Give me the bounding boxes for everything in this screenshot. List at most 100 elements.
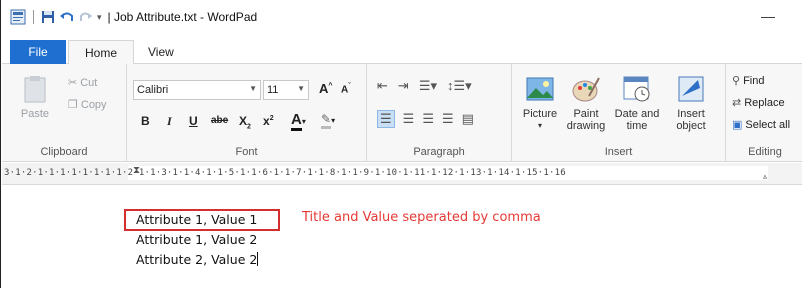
superscript-icon: x xyxy=(263,114,270,128)
tab-file[interactable]: File xyxy=(10,40,66,64)
save-icon[interactable] xyxy=(41,10,55,24)
replace-label: Replace xyxy=(744,96,785,109)
picture-button[interactable]: Picture ▾ xyxy=(518,74,562,132)
picture-dropdown-icon: ▾ xyxy=(537,121,542,130)
decrease-indent-icon[interactable]: ⇤ xyxy=(377,78,388,94)
ribbon-tabs: File Home View xyxy=(2,34,802,65)
font-group: Calibri ▼ 11 ▼ A^ Aˇ B I U abe X2 x2 A▾ … xyxy=(127,64,367,162)
paragraph-row-2: ☰ ☰ ☰ ☰ ▤ xyxy=(377,110,474,128)
justify-icon[interactable]: ☰ xyxy=(442,111,454,127)
bullets-icon[interactable]: ☰▾ xyxy=(419,78,437,94)
minimize-button[interactable]: — xyxy=(761,8,775,24)
insert-group-label: Insert xyxy=(604,146,633,158)
subscript-button[interactable]: X2 xyxy=(239,114,251,130)
align-right-icon[interactable]: ☰ xyxy=(422,111,434,127)
window-title: | Job Attribute.txt - WordPad xyxy=(107,10,258,24)
clipboard-icon xyxy=(24,76,46,103)
copy-label: Copy xyxy=(80,98,107,111)
find-label: Find xyxy=(743,74,765,87)
clipboard-group-label: Clipboard xyxy=(40,146,88,158)
shrink-font-button[interactable]: Aˇ xyxy=(341,83,351,95)
qa-customize-icon[interactable]: ▾ xyxy=(97,12,102,23)
italic-button[interactable]: I xyxy=(167,114,172,129)
subscript-icon: X xyxy=(239,114,248,128)
tab-home[interactable]: Home xyxy=(68,40,134,65)
ribbon: Paste ✂ Cut ❐ Copy Clipboard Calibri ▼ 1… xyxy=(2,64,802,162)
find-button[interactable]: ⚲ Find xyxy=(732,74,765,88)
cut-button[interactable]: ✂ Cut xyxy=(68,76,98,90)
font-family-value: Calibri xyxy=(137,84,169,96)
text-color-icon: A xyxy=(291,111,302,131)
paragraph-group-label: Paragraph xyxy=(413,146,465,158)
font-size-select[interactable]: 11 ▼ xyxy=(263,80,309,100)
select-all-icon: ▣ xyxy=(732,119,743,131)
editing-group-label: Editing xyxy=(748,146,782,158)
paragraph-group: ⇤ ⇥ ☰▾ ↕☰▾ ☰ ☰ ☰ ☰ ▤ Paragraph xyxy=(367,64,512,162)
left-indent-marker[interactable]: ⧗ xyxy=(133,165,140,176)
doc-line-1: Attribute 1, Value 1 xyxy=(136,212,258,227)
align-center-icon[interactable]: ☰ xyxy=(403,111,415,127)
ruler-ticks: 3·1·2·1·1·1·1·1·1·1·1·2·1·1·3·1·1·4·1·1·… xyxy=(4,168,566,178)
date-time-button[interactable]: Date and time xyxy=(612,74,662,132)
document-area[interactable]: Attribute 1, Value 1 Title and Value sep… xyxy=(2,186,802,288)
highlight-color-button[interactable]: ✎▾ xyxy=(321,112,335,129)
select-all-label: Select all xyxy=(745,118,791,131)
line-spacing-icon[interactable]: ↕☰▾ xyxy=(447,78,472,94)
font-family-dropdown-icon: ▼ xyxy=(249,84,257,93)
picture-icon xyxy=(526,77,554,101)
grow-font-icon: A xyxy=(319,81,329,96)
cut-label: Cut xyxy=(80,76,98,89)
clipboard-group: Paste ✂ Cut ❐ Copy Clipboard xyxy=(2,64,127,162)
paste-label: Paste xyxy=(20,108,50,120)
paint-label-2: drawing xyxy=(566,120,606,132)
increase-indent-icon[interactable]: ⇥ xyxy=(398,78,409,94)
qa-separator xyxy=(33,10,34,24)
paragraph-row-1: ⇤ ⇥ ☰▾ ↕☰▾ xyxy=(377,78,472,94)
insert-group: Picture ▾ Paint drawing Date and time In… xyxy=(512,64,726,162)
replace-button[interactable]: ⇄ Replace xyxy=(732,96,785,110)
paste-button[interactable]: Paste xyxy=(20,74,50,120)
wordpad-window: ▾ | Job Attribute.txt - WordPad — File H… xyxy=(0,0,802,288)
redo-icon[interactable] xyxy=(79,10,93,24)
doc-line-3: Attribute 2, Value 2 xyxy=(136,252,259,267)
select-all-button[interactable]: ▣ Select all xyxy=(732,118,791,132)
doc-line-2: Attribute 1, Value 2 xyxy=(136,232,258,247)
quick-access-toolbar: ▾ xyxy=(2,9,102,25)
copy-icon: ❐ xyxy=(68,99,78,111)
picture-label: Picture xyxy=(522,108,558,120)
paint-palette-icon xyxy=(572,77,600,102)
insert-object-button[interactable]: Insert object xyxy=(668,74,714,132)
object-label-1: Insert xyxy=(677,108,705,120)
superscript-button[interactable]: x2 xyxy=(263,114,274,128)
title-bar: ▾ | Job Attribute.txt - WordPad — xyxy=(2,0,802,34)
wordpad-app-icon[interactable] xyxy=(10,9,26,25)
ruler[interactable]: 3·1·2·1·1·1·1·1·1·1·1·2·1·1·3·1·1·4·1·1·… xyxy=(2,163,802,185)
annotation-text: Title and Value seperated by comma xyxy=(302,210,541,225)
right-indent-marker[interactable]: ▵ xyxy=(762,171,768,182)
datetime-label-2: time xyxy=(626,120,648,132)
object-label-2: object xyxy=(676,120,706,132)
scissors-icon: ✂ xyxy=(68,77,78,89)
object-icon xyxy=(678,76,704,102)
font-group-label: Font xyxy=(235,146,258,158)
doc-line-3-text: Attribute 2, Value 2 xyxy=(136,252,258,267)
font-family-select[interactable]: Calibri ▼ xyxy=(133,80,261,100)
paint-drawing-button[interactable]: Paint drawing xyxy=(566,74,606,132)
grow-font-button[interactable]: A^ xyxy=(319,81,332,96)
undo-icon[interactable] xyxy=(59,10,75,24)
calendar-clock-icon xyxy=(623,76,650,102)
text-color-button[interactable]: A▾ xyxy=(291,111,306,131)
tab-view[interactable]: View xyxy=(148,40,174,64)
datetime-label-1: Date and xyxy=(614,108,660,120)
strikethrough-button[interactable]: abe xyxy=(211,115,228,126)
font-size-dropdown-icon: ▼ xyxy=(297,84,305,93)
highlighter-icon: ✎ xyxy=(321,112,332,129)
paint-label-1: Paint xyxy=(573,108,599,120)
underline-button[interactable]: U xyxy=(189,114,198,128)
text-caret xyxy=(257,252,259,266)
align-left-icon[interactable]: ☰ xyxy=(377,110,395,128)
bold-button[interactable]: B xyxy=(141,114,150,128)
paragraph-settings-icon[interactable]: ▤ xyxy=(462,111,474,127)
copy-button[interactable]: ❐ Copy xyxy=(68,98,107,112)
editing-group: ⚲ Find ⇄ Replace ▣ Select all Editing xyxy=(726,64,802,162)
